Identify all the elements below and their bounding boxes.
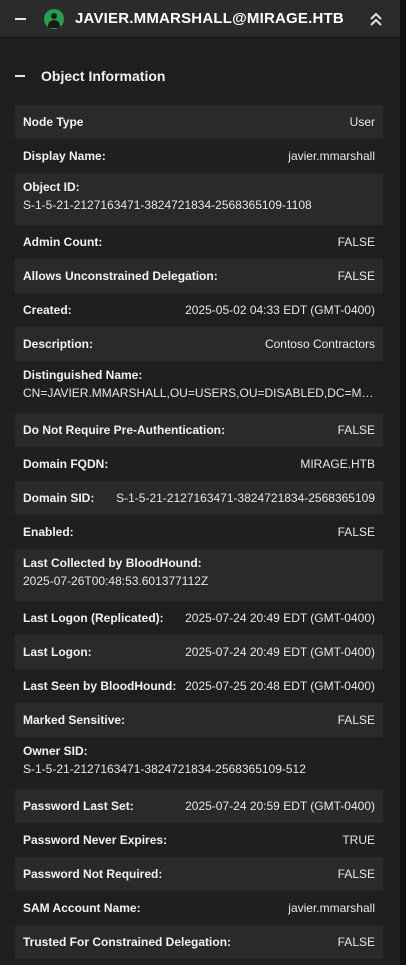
- property-label: Description:: [23, 337, 94, 351]
- property-label: Allows Unconstrained Delegation:: [23, 269, 218, 283]
- property-row: Marked Sensitive: FALSE: [15, 703, 383, 737]
- property-row: Node Type User: [15, 105, 383, 139]
- property-label: Password Not Required:: [23, 867, 163, 881]
- property-label: Enabled:: [23, 525, 74, 539]
- property-row: Domain FQDN: MIRAGE.HTB: [15, 447, 383, 481]
- property-row: Last Logon (Replicated): 2025-07-24 20:4…: [15, 601, 383, 635]
- panel-header: JAVIER.MMARSHALL@MIRAGE.HTB: [0, 0, 400, 38]
- property-row: Do Not Require Pre-Authentication: FALSE: [15, 413, 383, 447]
- property-label: Last Seen by BloodHound:: [23, 679, 177, 693]
- property-value: FALSE: [337, 423, 375, 437]
- property-row: Enabled: FALSE: [15, 515, 383, 549]
- panel-title: JAVIER.MMARSHALL@MIRAGE.HTB: [75, 10, 344, 27]
- property-label: Trusted For Constrained Delegation:: [23, 935, 232, 949]
- property-value: 2025-05-02 04:33 EDT (GMT-0400): [185, 303, 375, 317]
- property-row: Owner SID: S-1-5-21-2127163471-382472183…: [15, 737, 383, 789]
- property-row: Last Logon: 2025-07-24 20:49 EDT (GMT-04…: [15, 635, 383, 669]
- property-label: Password Never Expires:: [23, 833, 168, 847]
- property-label: Last Collected by BloodHound:: [23, 556, 202, 570]
- property-label: Last Logon:: [23, 645, 92, 659]
- property-row: Object ID: S-1-5-21-2127163471-382472183…: [15, 173, 383, 225]
- property-row: Display Name: javier.mmarshall: [15, 139, 383, 173]
- property-row: Password Never Expires: TRUE: [15, 823, 383, 857]
- property-row: Distinguished Name: CN=JAVIER.MMARSHALL,…: [15, 361, 383, 413]
- property-label: Do Not Require Pre-Authentication:: [23, 423, 226, 437]
- property-value: 2025-07-24 20:49 EDT (GMT-0400): [185, 611, 375, 625]
- property-value: TRUE: [342, 833, 375, 847]
- object-information-header[interactable]: Object Information: [0, 58, 400, 94]
- property-value: 2025-07-26T00:48:53.601377112Z: [23, 574, 209, 588]
- property-label: Marked Sensitive:: [23, 713, 126, 727]
- property-label: Display Name:: [23, 149, 106, 163]
- property-label: Domain FQDN:: [23, 457, 109, 471]
- property-label: Distinguished Name:: [23, 368, 143, 382]
- scrollbar[interactable]: [400, 0, 406, 965]
- property-label: Object ID:: [23, 180, 80, 194]
- property-label: Password Last Set:: [23, 799, 134, 813]
- property-row: Last Collected by BloodHound: 2025-07-26…: [15, 549, 383, 601]
- property-value: 2025-07-25 20:48 EDT (GMT-0400): [185, 679, 375, 693]
- property-value: FALSE: [337, 713, 375, 727]
- entity-panel: JAVIER.MMARSHALL@MIRAGE.HTB Object Infor…: [0, 0, 400, 965]
- section-title: Object Information: [41, 68, 166, 84]
- property-value: User: [349, 115, 375, 129]
- property-row: Domain SID: S-1-5-21-2127163471-38247218…: [15, 481, 383, 515]
- property-label: Created:: [23, 303, 72, 317]
- property-label: Domain SID:: [23, 491, 95, 505]
- property-value: javier.mmarshall: [288, 901, 375, 915]
- collapse-panel-icon[interactable]: [15, 18, 26, 20]
- property-row: Admin Count: FALSE: [15, 225, 383, 259]
- property-value: FALSE: [337, 235, 375, 249]
- property-value: 2025-07-24 20:49 EDT (GMT-0400): [185, 645, 375, 659]
- property-row: Password Last Set: 2025-07-24 20:59 EDT …: [15, 789, 383, 823]
- minus-icon[interactable]: [15, 75, 25, 77]
- property-row: Password Not Required: FALSE: [15, 857, 383, 891]
- property-value: S-1-5-21-2127163471-3824721834-256836510…: [23, 762, 306, 776]
- property-value: FALSE: [337, 269, 375, 283]
- property-label: Last Logon (Replicated):: [23, 611, 164, 625]
- property-value: javier.mmarshall: [288, 149, 375, 163]
- property-row: Trusted For Constrained Delegation: FALS…: [15, 925, 383, 959]
- property-label: Owner SID:: [23, 744, 88, 758]
- user-icon: [44, 9, 64, 29]
- property-row: Created: 2025-05-02 04:33 EDT (GMT-0400): [15, 293, 383, 327]
- property-row: Allows Unconstrained Delegation: FALSE: [15, 259, 383, 293]
- property-value: S-1-5-21-2127163471-3824721834-256836510…: [23, 198, 312, 212]
- property-value: 2025-07-24 20:59 EDT (GMT-0400): [185, 799, 375, 813]
- property-row: SAM Account Name: javier.mmarshall: [15, 891, 383, 925]
- property-value: FALSE: [337, 935, 375, 949]
- property-value: CN=JAVIER.MMARSHALL,OU=USERS,OU=DISABLED…: [23, 386, 375, 400]
- property-value: FALSE: [337, 525, 375, 539]
- property-label: Admin Count:: [23, 235, 103, 249]
- property-label: SAM Account Name:: [23, 901, 141, 915]
- property-value: MIRAGE.HTB: [300, 457, 375, 471]
- property-row: Description: Contoso Contractors: [15, 327, 383, 361]
- property-row: Last Seen by BloodHound: 2025-07-25 20:4…: [15, 669, 383, 703]
- property-value: FALSE: [337, 867, 375, 881]
- property-value: S-1-5-21-2127163471-3824721834-256836510…: [116, 491, 375, 505]
- double-chevron-up-icon[interactable]: [369, 11, 383, 27]
- property-value: Contoso Contractors: [264, 337, 375, 351]
- property-label: Node Type: [23, 115, 84, 129]
